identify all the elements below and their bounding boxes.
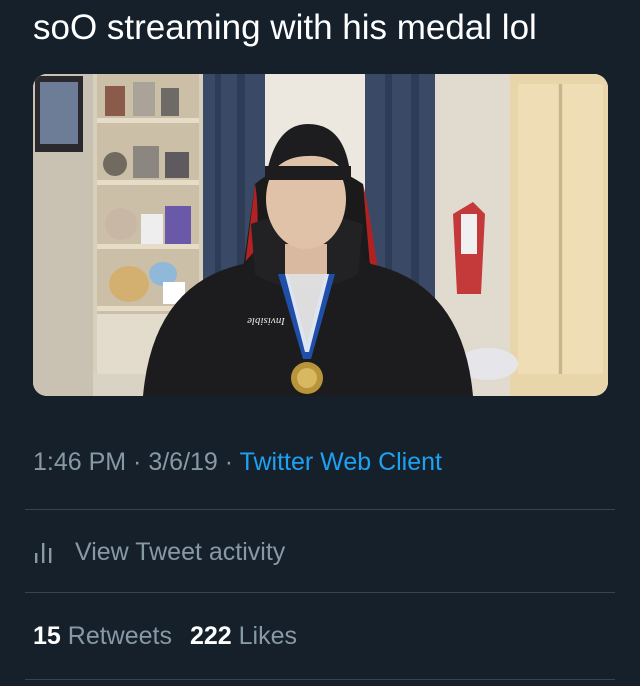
likes-link[interactable]: 222 Likes xyxy=(190,622,297,650)
likes-label: Likes xyxy=(238,622,298,650)
bar-chart-icon xyxy=(35,543,52,563)
divider xyxy=(25,592,615,593)
tweet-time: 1:46 PM xyxy=(33,448,127,476)
divider xyxy=(25,679,615,680)
meta-separator: · xyxy=(217,448,240,476)
tweet-text: soO streaming with his medal lol xyxy=(33,8,537,47)
tweet-meta: 1:46 PM · 3/6/19 · Twitter Web Client xyxy=(33,446,442,478)
retweets-count: 15 xyxy=(33,622,61,650)
tweet-stats: 15 Retweets 222 Likes xyxy=(33,620,297,652)
likes-count: 222 xyxy=(189,622,232,650)
retweets-link[interactable]: 15 Retweets xyxy=(33,622,172,650)
tweet-date: 3/6/19 xyxy=(148,448,218,476)
stream-screenshot: Invisible xyxy=(33,74,608,396)
meta-separator: · xyxy=(126,448,149,476)
tweet-photo[interactable]: Invisible xyxy=(33,74,608,396)
shirt-print: Invisible xyxy=(247,315,286,327)
view-tweet-activity-button[interactable]: View Tweet activity xyxy=(33,536,285,568)
retweets-label: Retweets xyxy=(67,622,172,650)
tweet-source-link[interactable]: Twitter Web Client xyxy=(240,448,442,476)
view-tweet-activity-label: View Tweet activity xyxy=(75,538,286,566)
divider xyxy=(25,509,615,510)
